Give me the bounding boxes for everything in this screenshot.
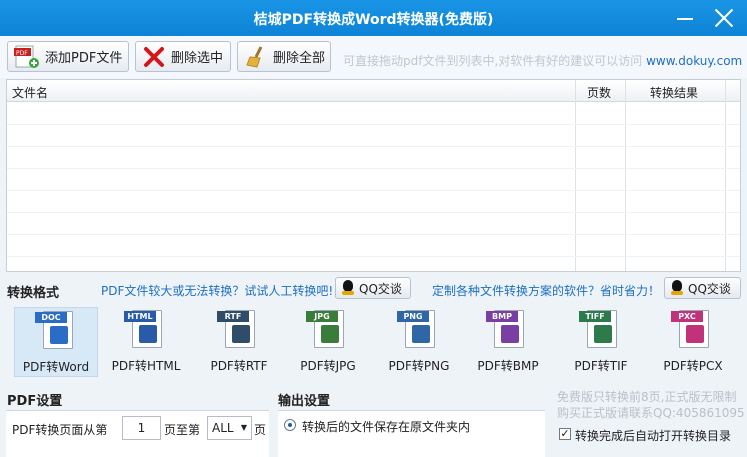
column-pages[interactable]: 页数 [587,84,611,101]
qq-penguin-icon [341,280,355,296]
format-picture [412,325,430,343]
pdf-add-icon: PDF [14,45,39,68]
delete-selected-label: 删除选中 [171,51,224,66]
format-label: PDF转PNG [388,359,450,373]
file-list[interactable]: 文件名 页数 转换结果 [6,79,741,272]
page-range-prefix: PDF转换页面从第 [12,423,108,437]
list-gridline [7,168,740,169]
format-tag: DOC [35,312,67,323]
format-picture [139,325,157,343]
list-gridline [7,234,740,235]
format-rtf[interactable]: RTF PDF转RTF [197,307,281,377]
format-picture [321,325,339,343]
website-link[interactable]: www.dokuy.com [646,54,742,68]
dropdown-arrow-icon: ▼ [240,423,247,432]
format-label: PDF转RTF [210,359,268,373]
open-dir-checkbox[interactable]: ✓ [559,428,571,440]
format-picture [232,325,250,343]
format-picture [686,325,704,343]
page-range-mid: 页至第 [164,423,201,437]
format-label: PDF转PCX [663,359,723,373]
column-divider [575,80,576,271]
close-button[interactable] [712,6,736,30]
format-picture [501,325,519,343]
format-html[interactable]: HTML PDF转HTML [104,307,188,377]
format-tag: HTML [124,311,156,322]
format-tiff[interactable]: TIFF PDF转TIF [559,307,643,377]
qq-penguin-icon [670,280,684,296]
format-icon: BMP [486,310,524,348]
list-gridline [7,146,740,147]
format-png[interactable]: PNG PDF转PNG [377,307,461,377]
delete-all-button[interactable]: 删除全部 [237,41,331,72]
convert-format-title: 转换格式 [7,286,60,301]
toolbar: PDF 添加PDF文件 删除选中 删除全部 可直接拖动pdf文件到列表中,对软件… [0,36,747,78]
format-picture [50,326,68,344]
red-x-icon [144,46,164,67]
format-icon: PXC [671,310,709,348]
format-doc[interactable]: DOC PDF转Word [14,307,98,377]
same-folder-radio[interactable] [284,419,296,431]
file-list-header: 文件名 页数 转换结果 [7,80,740,102]
format-label: PDF转TIF [574,359,628,373]
list-gridline [7,124,740,125]
format-tag: RTF [217,311,249,322]
custom-software-link[interactable]: 定制各种文件转换方案的软件？省时省力！ [432,282,660,299]
format-icon: RTF [217,310,255,348]
delete-selected-button[interactable]: 删除选中 [135,41,231,72]
window-title: 桔城PDF转换成Word转换器(免费版) [253,12,494,28]
column-result[interactable]: 转换结果 [650,84,698,101]
format-pxc[interactable]: PXC PDF转PCX [651,307,735,377]
format-tag: BMP [486,311,518,322]
format-label: PDF转Word [22,360,90,374]
page-range-suffix: 页 [254,423,267,437]
column-divider [625,80,626,271]
qq-chat-button[interactable]: QQ交谈 [335,277,411,299]
column-divider [725,80,726,271]
qq-chat-button-2[interactable]: QQ交谈 [664,277,741,299]
manual-convert-link[interactable]: PDF文件较大或无法转换？试试人工转换吧! [101,282,333,299]
format-picture [594,325,612,343]
format-jpg[interactable]: JPG PDF转JPG [286,307,370,377]
start-page-input[interactable]: 1 [122,416,161,440]
format-icon: TIFF [579,310,617,348]
open-dir-label: 转换完成后自动打开转换目录 [575,429,732,443]
end-page-select[interactable]: ALL ▼ [207,416,252,440]
format-label: PDF转HTML [111,359,181,373]
same-folder-label: 转换后的文件保存在原文件夹内 [302,420,471,434]
add-pdf-button[interactable]: PDF 添加PDF文件 [7,41,129,72]
list-gridline [7,256,740,257]
broom-icon [246,45,263,68]
output-settings-title: 输出设置 [278,394,331,409]
format-icon: HTML [124,310,162,348]
svg-text:PDF: PDF [16,50,28,57]
free-version-notice: 免费版只转换前8页,正式版无限制 购买正式版请联系QQ:405861095 [557,390,745,420]
pdf-settings-title: PDF设置 [7,394,63,409]
format-icon: DOC [35,311,73,349]
format-tag: TIFF [579,311,611,322]
minimize-button[interactable] [673,6,697,30]
format-icon: JPG [306,310,344,348]
list-gridline [7,190,740,191]
format-tag: JPG [306,311,338,322]
format-icon: PNG [397,310,435,348]
delete-all-label: 删除全部 [273,51,326,66]
list-gridline [7,212,740,213]
title-bar: 桔城PDF转换成Word转换器(免费版) [0,0,747,36]
format-label: PDF转JPG [300,359,356,373]
format-label: PDF转BMP [477,359,539,373]
format-bmp[interactable]: BMP PDF转BMP [466,307,550,377]
column-filename[interactable]: 文件名 [12,84,48,101]
add-pdf-label: 添加PDF文件 [45,51,123,66]
format-tag: PXC [671,311,703,322]
toolbar-tip: 可直接拖动pdf文件到列表中,对软件有好的建议可以访问 www.dokuy.co… [343,54,743,68]
format-tag: PNG [397,311,429,322]
